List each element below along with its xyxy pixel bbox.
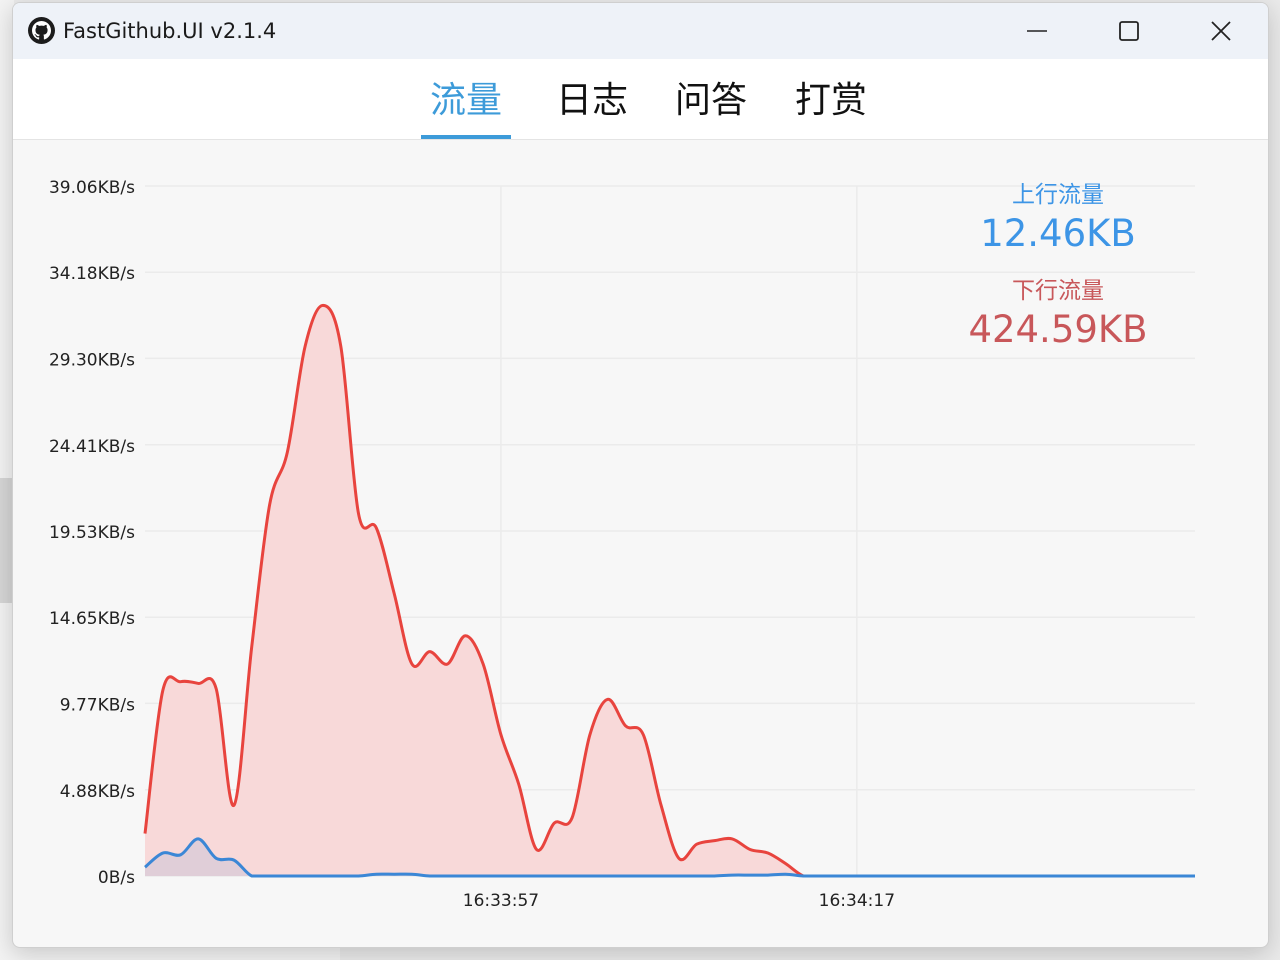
tab-logs[interactable]: 日志 (547, 77, 637, 139)
y-tick-label: 0B/s (98, 868, 135, 888)
upload-value: 12.46KB (980, 212, 1136, 255)
maximize-icon (1119, 21, 1139, 41)
y-tick-label: 29.30KB/s (49, 350, 135, 370)
y-tick-label: 4.88KB/s (60, 782, 135, 802)
github-icon (28, 17, 55, 44)
title-bar[interactable]: FastGithub.UI v2.1.4 (13, 3, 1268, 59)
y-tick-label: 24.41KB/s (49, 437, 135, 457)
close-icon (1211, 21, 1231, 41)
x-tick-label: 16:33:57 (463, 891, 539, 911)
download-value: 424.59KB (968, 308, 1148, 351)
minimize-button[interactable] (991, 3, 1083, 59)
y-tick-label: 19.53KB/s (49, 523, 135, 543)
upload-label: 上行流量 (1012, 182, 1104, 208)
tab-donate[interactable]: 打赏 (786, 77, 876, 139)
tab-bar: 流量 日志 问答 打赏 (13, 59, 1268, 140)
x-tick-label: 16:34:17 (819, 891, 895, 911)
y-tick-label: 14.65KB/s (49, 609, 135, 629)
tab-faq[interactable]: 问答 (666, 77, 756, 139)
window-title: FastGithub.UI v2.1.4 (63, 19, 277, 43)
maximize-button[interactable] (1083, 3, 1175, 59)
traffic-chart-panel: 0B/s 4.88KB/s 9.77KB/s 14.65KB/s 19.53KB/s 24… (13, 140, 1268, 946)
y-tick-label: 39.06KB/s (49, 178, 135, 198)
y-tick-label: 34.18KB/s (49, 264, 135, 284)
app-window: FastGithub.UI v2.1.4 流量 日志 问答 打赏 0B/s 4.8… (12, 2, 1269, 948)
minimize-icon (1027, 30, 1047, 32)
y-tick-label: 9.77KB/s (60, 695, 135, 715)
close-button[interactable] (1175, 3, 1267, 59)
traffic-stats: 上行流量 12.46KB 下行流量 424.59KB (943, 180, 1173, 372)
download-label: 下行流量 (1012, 278, 1104, 304)
tab-traffic[interactable]: 流量 (421, 77, 511, 139)
